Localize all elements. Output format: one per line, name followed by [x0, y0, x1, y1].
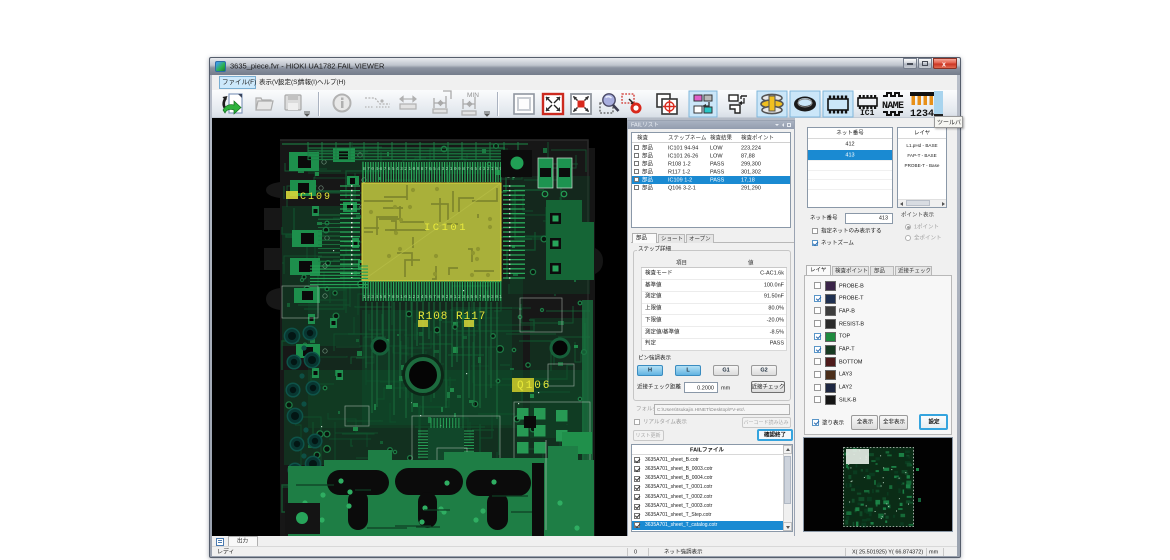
svg-text:870487654321098765432109876543: 8704876543210987654321098765432109 [363, 166, 502, 172]
svg-text:IC1: IC1 [860, 109, 875, 118]
svg-text:Q106: Q106 [517, 380, 551, 392]
svg-text:123456789101234567892012345678: 1234567891012345678920123456789301 [363, 294, 502, 300]
svg-text:1234: 1234 [910, 109, 934, 118]
svg-text:R108 R117: R108 R117 [418, 311, 486, 323]
svg-text:NAME: NAME [882, 101, 904, 112]
svg-text:MIN: MIN [467, 92, 479, 99]
svg-text:IC101: IC101 [424, 222, 468, 234]
svg-text:C109: C109 [300, 192, 332, 203]
